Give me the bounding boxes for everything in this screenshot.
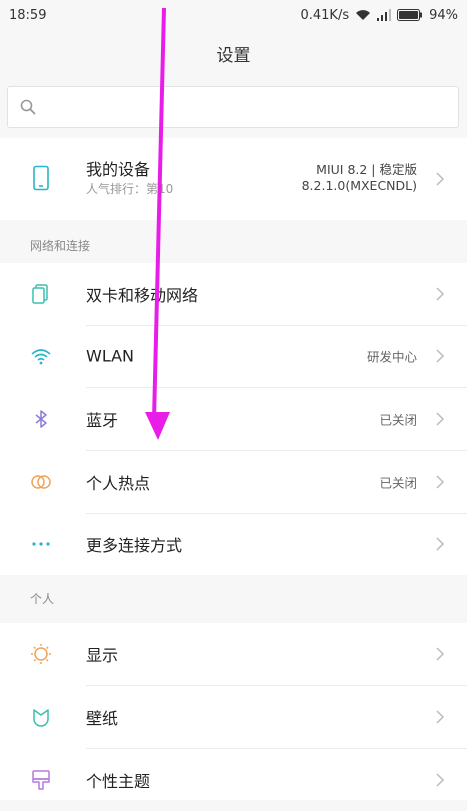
settings-item-theme[interactable]: 个性主题 (0, 749, 467, 811)
more-dots-icon (32, 542, 50, 546)
cell-signal-icon (377, 9, 392, 21)
battery-icon (397, 9, 423, 21)
search-input[interactable] (48, 95, 452, 121)
settings-item-value: 已关闭 (379, 475, 417, 491)
section-header-network: 网络和连接 (0, 222, 467, 266)
chevron-right-icon (436, 287, 445, 301)
chevron-right-icon (436, 172, 445, 186)
settings-item-label: WLAN (86, 346, 135, 366)
theme-brush-icon (32, 770, 50, 790)
page-title: 设置 (216, 45, 251, 66)
settings-item-dual-sim[interactable]: 双卡和移动网络 (0, 263, 467, 325)
settings-item-label: 个人热点 (86, 474, 151, 493)
my-device-row[interactable]: 我的设备 人气排行：第10 MIUI 8.2 | 稳定版 8.2.1.0(MXE… (0, 138, 467, 220)
device-version: MIUI 8.2 | 稳定版 (316, 162, 417, 177)
phone-icon (33, 165, 49, 191)
settings-item-label: 个性主题 (86, 772, 151, 791)
section-title-personal: 个人 (30, 592, 55, 606)
section-title-network: 网络和连接 (30, 239, 91, 253)
settings-item-value: 已关闭 (379, 412, 417, 428)
battery-percent: 94% (429, 7, 458, 23)
chevron-right-icon (436, 412, 445, 426)
hotspot-icon (31, 475, 51, 489)
settings-item-label: 蓝牙 (86, 411, 119, 430)
chevron-right-icon (436, 773, 445, 787)
search-box[interactable] (7, 86, 459, 128)
settings-item-hotspot[interactable]: 个人热点 已关闭 (0, 451, 467, 513)
settings-item-more-connections[interactable]: 更多连接方式 (0, 513, 467, 575)
settings-item-wallpaper[interactable]: 壁纸 (0, 686, 467, 748)
settings-item-label: 壁纸 (86, 709, 119, 728)
search-icon (20, 99, 36, 115)
wallpaper-icon (33, 709, 49, 727)
chevron-right-icon (436, 349, 445, 363)
personal-settings-list: 显示 壁纸 个性主题 (0, 623, 467, 800)
settings-item-wlan[interactable]: WLAN 研发中心 (0, 325, 467, 387)
device-build: 8.2.1.0(MXECNDL) (301, 178, 417, 193)
status-time: 18:59 (9, 7, 47, 23)
status-indicators: 0.41K/s 94% (300, 8, 458, 23)
settings-item-display[interactable]: 显示 (0, 623, 467, 685)
sim-cards-icon (32, 284, 48, 304)
sun-icon (31, 644, 51, 664)
wifi-signal-icon (356, 10, 371, 20)
section-header-personal: 个人 (0, 575, 467, 619)
settings-item-bluetooth[interactable]: 蓝牙 已关闭 (0, 388, 467, 450)
settings-item-label: 更多连接方式 (86, 536, 183, 555)
network-settings-list: 双卡和移动网络 WLAN 研发中心 蓝牙 已关闭 个人热点 已关闭 更多连接方式 (0, 263, 467, 575)
chevron-right-icon (436, 710, 445, 724)
chevron-right-icon (436, 647, 445, 661)
settings-item-label: 显示 (86, 646, 119, 665)
chevron-right-icon (436, 537, 445, 551)
wifi-icon (31, 349, 51, 365)
settings-item-value: 研发中心 (366, 349, 417, 365)
bluetooth-icon (35, 410, 47, 428)
device-rank: 人气排行：第10 (86, 182, 174, 196)
network-speed: 0.41K/s (300, 7, 350, 23)
page-title-bar: 设置 (0, 30, 467, 76)
device-name: 我的设备 (86, 160, 151, 179)
chevron-right-icon (436, 475, 445, 489)
status-bar: 18:59 0.41K/s 94% (0, 0, 467, 30)
settings-item-label: 双卡和移动网络 (86, 286, 199, 305)
